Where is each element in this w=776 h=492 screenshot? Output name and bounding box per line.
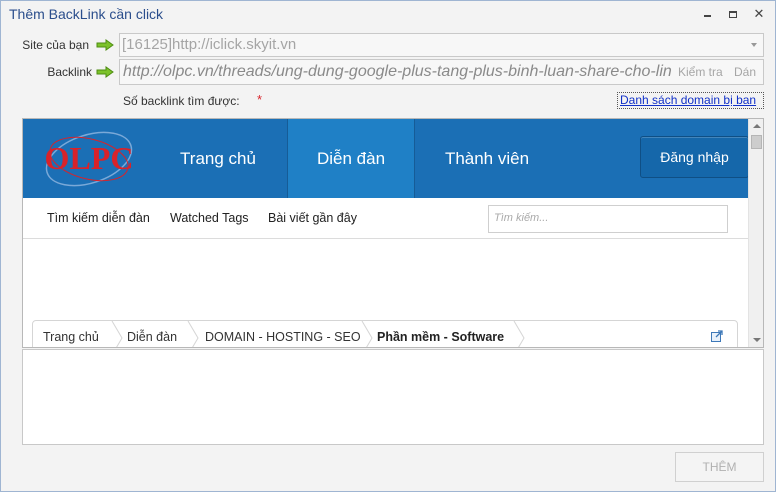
maximize-icon <box>729 11 737 18</box>
site-select[interactable]: [16125]http://iclick.skyit.vn <box>119 33 764 57</box>
subnav-watched-tags[interactable]: Watched Tags <box>170 211 249 225</box>
minimize-button[interactable] <box>699 6 715 22</box>
backlink-input-value: http://olpc.vn/threads/ung-dung-google-p… <box>123 63 672 80</box>
green-arrow-icon <box>96 66 114 78</box>
site-sub-nav: Tìm kiếm diễn đàn Watched Tags Bài viết … <box>23 198 748 239</box>
olpc-logo[interactable]: OLPC <box>39 131 139 187</box>
web-browser-panel[interactable]: OLPC Trang chủ Diễn đàn Thành viên Đăng … <box>22 118 764 348</box>
scroll-down-icon[interactable] <box>749 332 763 347</box>
nav-home[interactable]: Trang chủ <box>163 119 273 198</box>
scroll-up-icon[interactable] <box>749 119 763 134</box>
breadcrumb: Trang chủ Diễn đàn DOMAIN - HOSTING - SE… <box>32 320 738 347</box>
paste-button[interactable]: Dán <box>734 65 756 79</box>
scroll-thumb[interactable] <box>751 135 762 149</box>
close-button[interactable]: ✕ <box>751 6 767 22</box>
breadcrumb-item[interactable]: Trang chủ <box>43 330 99 344</box>
nav-forum[interactable]: Diễn đàn <box>287 119 415 198</box>
site-nav-bar: OLPC Trang chủ Diễn đàn Thành viên Đăng … <box>23 119 748 198</box>
nav-members[interactable]: Thành viên <box>427 119 547 198</box>
dropdown-arrow-icon <box>751 43 757 47</box>
breadcrumb-separator-icon <box>361 321 373 347</box>
result-log-area[interactable] <box>22 349 764 445</box>
browser-scrollbar[interactable] <box>748 119 763 347</box>
site-select-value: [16125]http://iclick.skyit.vn <box>122 36 297 53</box>
breadcrumb-separator-icon <box>111 321 123 347</box>
window-title: Thêm BackLink cần click <box>9 6 164 22</box>
check-button[interactable]: Kiểm tra <box>678 65 723 79</box>
title-bar: Thêm BackLink cần click ✕ <box>1 1 775 27</box>
dialog-window: Thêm BackLink cần click ✕ Site của bạn [… <box>0 0 776 492</box>
green-arrow-icon <box>96 39 114 51</box>
maximize-button[interactable] <box>725 6 741 22</box>
logo-text: OLPC <box>45 140 134 176</box>
breadcrumb-item[interactable]: DOMAIN - HOSTING - SEO <box>205 330 361 344</box>
banned-domain-list-link[interactable]: Danh sách domain bị ban <box>617 92 764 109</box>
subnav-recent-posts[interactable]: Bài viết gần đây <box>268 211 357 225</box>
breadcrumb-item-current[interactable]: Phần mềm - Software <box>377 330 504 344</box>
external-link-icon[interactable] <box>711 330 723 342</box>
breadcrumb-separator-icon <box>187 321 199 347</box>
login-button[interactable]: Đăng nhập <box>640 136 748 178</box>
backlink-label: Backlink <box>47 65 92 79</box>
browser-viewport: OLPC Trang chủ Diễn đàn Thành viên Đăng … <box>23 119 748 347</box>
site-search-input[interactable]: Tìm kiếm... <box>488 205 728 233</box>
breadcrumb-item[interactable]: Diễn đàn <box>127 330 177 344</box>
backlink-input[interactable]: http://olpc.vn/threads/ung-dung-google-p… <box>119 59 764 85</box>
breadcrumb-separator-icon <box>513 321 525 347</box>
add-button[interactable]: THÊM <box>675 452 764 482</box>
subnav-search-forums[interactable]: Tìm kiếm diễn đàn <box>47 211 150 225</box>
backlink-count-label: Số backlink tìm được: <box>123 94 240 108</box>
site-label: Site của bạn <box>22 38 89 52</box>
minimize-icon <box>703 15 711 17</box>
required-mark: * <box>257 92 263 107</box>
